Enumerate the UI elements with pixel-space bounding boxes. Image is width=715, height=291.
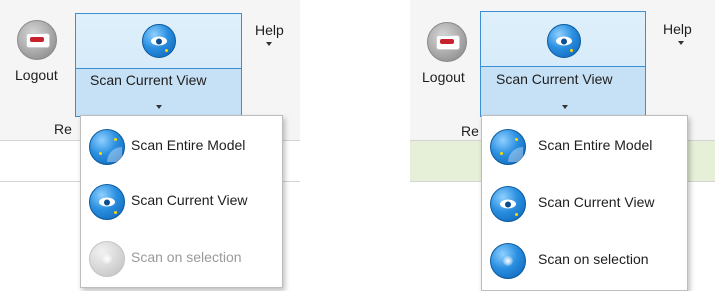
globe-sparkle-icon [89,241,125,277]
scan-current-view-button[interactable]: Scan Current View [480,11,646,117]
globe-eye-icon [89,184,125,220]
chevron-down-icon [562,105,568,109]
help-button[interactable]: Help [663,21,692,37]
scan-current-view-button[interactable]: Scan Current View [75,13,242,117]
scan-dropdown-menu: Scan Entire Model Scan Current View Scan… [481,115,688,291]
menu-item-label: Scan Entire Model [131,137,246,153]
menu-item-scan-on-selection: Scan on selection [81,229,282,285]
scan-button-label: Scan Current View [90,72,207,88]
group-label: Re [54,121,72,137]
menu-item-scan-entire-model[interactable]: Scan Entire Model [81,117,282,173]
group-label: Re [461,123,479,139]
chevron-down-icon [156,105,162,109]
menu-item-scan-entire-model[interactable]: Scan Entire Model [482,117,687,173]
chevron-down-icon[interactable] [266,42,272,46]
menu-item-label: Scan Current View [538,194,655,210]
chevron-down-icon[interactable] [678,41,684,45]
ribbon-panel-left: Logout Re Scan Current View Help Scan En… [0,0,300,289]
logout-button-label[interactable]: Logout [422,69,465,85]
globe-eye-icon [490,186,526,222]
menu-item-scan-current-view[interactable]: Scan Current View [81,173,282,229]
menu-item-label: Scan on selection [538,251,649,267]
menu-item-scan-on-selection[interactable]: Scan on selection [482,231,687,287]
scan-dropdown-menu: Scan Entire Model Scan Current View Scan… [80,115,283,288]
menu-item-label: Scan Entire Model [538,137,653,153]
menu-item-label: Scan Current View [131,192,248,208]
globe-radar-icon [89,129,125,165]
help-button[interactable]: Help [255,22,284,38]
globe-eye-icon [547,24,581,58]
logout-button-label[interactable]: Logout [15,67,58,83]
menu-item-label: Scan on selection [131,249,242,265]
scan-button-label: Scan Current View [496,71,613,87]
menu-item-scan-current-view[interactable]: Scan Current View [482,174,687,230]
logout-icon[interactable] [17,20,57,60]
globe-sparkle-icon [490,243,526,279]
globe-radar-icon [490,129,526,165]
logout-icon[interactable] [427,22,467,62]
ribbon-panel-right: Logout Re Scan Current View Help Scan En… [410,0,715,291]
globe-eye-icon [142,24,176,58]
